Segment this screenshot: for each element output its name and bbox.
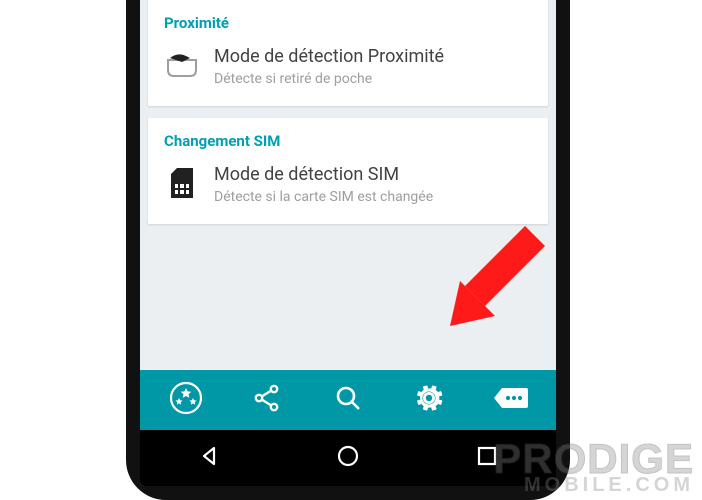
app-toolbar [140, 370, 556, 430]
tag-more-icon [492, 384, 528, 416]
share-button[interactable] [227, 383, 308, 417]
share-icon [252, 383, 282, 417]
row-subtitle: Détecte si retiré de poche [214, 70, 532, 88]
gear-icon [413, 382, 445, 418]
section-sim: Changement SIM Mode de détection SIM [148, 118, 548, 224]
back-icon [197, 444, 221, 472]
home-icon [335, 443, 361, 473]
row-title: Mode de détection SIM [214, 164, 532, 186]
favorites-button[interactable] [146, 381, 227, 419]
section-header-proximity: Proximité [164, 14, 536, 32]
more-button[interactable] [469, 384, 550, 416]
search-icon [333, 383, 363, 417]
row-proximity[interactable]: Mode de détection Proximité Détecte si r… [160, 44, 536, 90]
settings-list[interactable]: Proximité Mode de détection Proximité Dé… [140, 0, 556, 370]
watermark-line2: MOBILE.COM [493, 477, 694, 494]
row-title: Mode de détection Proximité [214, 46, 532, 68]
section-proximity: Proximité Mode de détection Proximité Dé… [148, 0, 548, 106]
phone-frame: Proximité Mode de détection Proximité Dé… [126, 0, 570, 500]
pocket-icon [164, 46, 200, 78]
nav-back[interactable] [140, 444, 279, 472]
watermark: PRODIGE MOBILE.COM [493, 441, 694, 494]
search-button[interactable] [308, 383, 389, 417]
section-header-sim: Changement SIM [164, 132, 536, 150]
sim-icon [164, 164, 200, 200]
settings-button[interactable] [388, 382, 469, 418]
row-sim[interactable]: Mode de détection SIM Détecte si la cart… [160, 162, 536, 208]
row-subtitle: Détecte si la carte SIM est changée [214, 188, 532, 206]
phone-screen: Proximité Mode de détection Proximité Dé… [140, 0, 556, 486]
nav-home[interactable] [279, 443, 418, 473]
watermark-line1: PRODIGE [493, 441, 694, 477]
stars-badge-icon [169, 381, 203, 419]
